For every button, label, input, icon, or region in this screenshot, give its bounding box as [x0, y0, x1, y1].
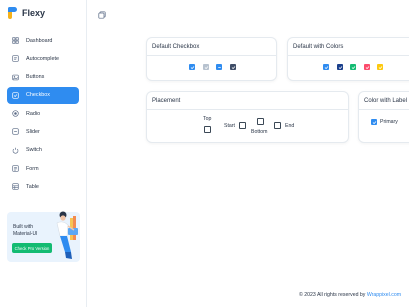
sidebar-nav: Dashboard Autocomplete Buttons Checkbox: [7, 32, 79, 197]
checkbox-placement-bottom[interactable]: [257, 118, 264, 125]
sidebar-item-label: Table: [26, 183, 39, 190]
card-default-checkbox: Default Checkbox: [146, 37, 277, 81]
checkbox-primary[interactable]: [323, 64, 329, 70]
card-title: Placement: [152, 98, 181, 104]
checkbox-checked-dark[interactable]: [230, 64, 236, 70]
sidebar-item-label: Slider: [26, 128, 40, 135]
checkbox-placement-top[interactable]: [204, 126, 211, 133]
footer-link[interactable]: Wrappixel.com: [367, 292, 401, 298]
placement-bottom-label: Bottom: [251, 129, 268, 135]
footer-text: © 2023 All rights reserved by: [299, 292, 367, 298]
placement-top-label: Top: [203, 116, 212, 122]
promo-illustration-icon: [56, 211, 78, 259]
checkbox-icon: [12, 92, 19, 99]
card-divider: [147, 109, 348, 110]
sidebar-item-switch[interactable]: Switch: [7, 142, 79, 159]
brand-name: Flexy: [22, 8, 46, 18]
checkbox-checked-primary[interactable]: [189, 64, 195, 70]
sidebar-item-label: Dashboard: [26, 37, 53, 44]
card-color-label: Color with Label Primary: [358, 91, 409, 143]
checkbox-success[interactable]: [350, 64, 356, 70]
card-divider: [359, 109, 409, 110]
dashboard-icon: [12, 37, 19, 44]
app-root: Flexy Dashboard Autocomplete Buttons Che…: [0, 0, 409, 307]
slider-icon: [12, 128, 19, 136]
placement-end-label: End: [285, 123, 295, 129]
sidebar-item-label: Radio: [26, 110, 41, 117]
buttons-icon: [12, 74, 19, 81]
card-placement: Placement Top Start Bottom End: [146, 91, 349, 143]
sidebar-item-label: Switch: [26, 147, 42, 154]
sidebar-item-buttons[interactable]: Buttons: [7, 69, 79, 86]
sidebar-item-slider[interactable]: Slider: [7, 123, 79, 140]
check-pro-version-button[interactable]: Check Pro Version: [12, 243, 52, 253]
sidebar-item-dashboard[interactable]: Dashboard: [7, 32, 79, 49]
primary-label: Primary: [380, 119, 398, 125]
sidebar-item-radio[interactable]: Radio: [7, 105, 79, 122]
header-toggle-icon[interactable]: [98, 6, 106, 19]
sidebar-item-label: Form: [26, 165, 39, 172]
footer: © 2023 All rights reserved by Wrappixel.…: [299, 292, 401, 298]
promo-line-2: Material-UI: [13, 231, 38, 237]
promo-card: Built with Material-UI Check Pro Version: [7, 211, 80, 262]
form-icon: [12, 165, 19, 172]
sidebar-item-table[interactable]: Table: [7, 178, 79, 195]
promo-text: Built with Material-UI: [13, 224, 37, 238]
brand[interactable]: Flexy: [8, 7, 45, 19]
sidebar: Flexy Dashboard Autocomplete Buttons Che…: [0, 0, 87, 307]
sidebar-item-label: Buttons: [26, 74, 45, 81]
checkbox-disabled-checked[interactable]: [203, 64, 209, 70]
promo-line-1: Built with: [13, 224, 34, 230]
sidebar-item-form[interactable]: Form: [7, 160, 79, 177]
checkbox-indeterminate[interactable]: [216, 64, 222, 70]
card-title: Default with Colors: [293, 44, 344, 50]
placement-start-label: Start: [224, 123, 235, 129]
checkbox-placement-start[interactable]: [239, 122, 246, 129]
card-default-colors: Default with Colors: [287, 37, 409, 81]
checkbox-secondary[interactable]: [337, 64, 343, 70]
table-icon: [12, 183, 19, 191]
checkbox-error[interactable]: [364, 64, 370, 70]
brand-logo-icon: [8, 7, 17, 19]
checkbox-placement-end[interactable]: [274, 122, 281, 129]
radio-icon: [12, 110, 19, 117]
checkbox-primary-labeled[interactable]: [371, 119, 377, 125]
sidebar-item-autocomplete[interactable]: Autocomplete: [7, 50, 79, 67]
card-divider: [147, 55, 276, 56]
switch-icon: [12, 147, 19, 154]
autocomplete-icon: [12, 55, 19, 62]
card-divider: [288, 55, 409, 56]
sidebar-item-checkbox[interactable]: Checkbox: [7, 86, 79, 104]
card-title: Color with Label: [364, 98, 408, 104]
checkbox-warning[interactable]: [377, 64, 383, 70]
card-title: Default Checkbox: [152, 44, 200, 50]
sidebar-item-label: Checkbox: [26, 92, 50, 99]
sidebar-item-label: Autocomplete: [26, 55, 59, 62]
